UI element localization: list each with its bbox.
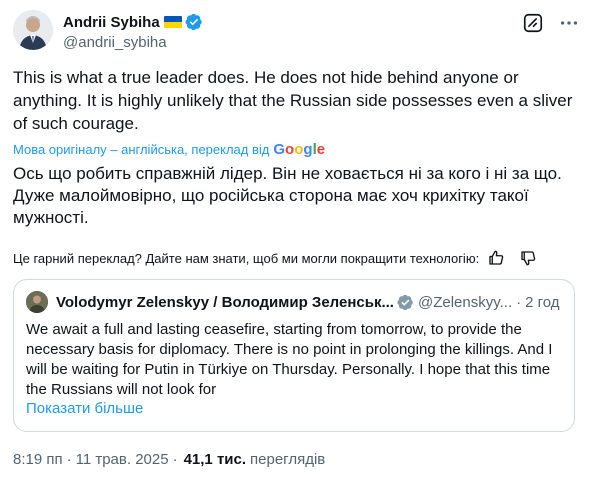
ukraine-flag-icon: [163, 16, 182, 28]
quoted-author-handle: @Zelenskyy...: [417, 293, 513, 311]
show-more-link[interactable]: Показати більше: [26, 400, 143, 417]
thumbs-down-icon[interactable]: [519, 249, 537, 267]
author-block: Andrii Sybiha @andrii_sybiha: [63, 12, 203, 51]
tweet-meta: 8:19 пп · 11 трав. 2025 · 41,1 тис. пере…: [13, 451, 325, 468]
separator-dot: ·: [172, 451, 178, 468]
tweet: Andrii Sybiha @andrii_sybiha This is wha…: [0, 0, 590, 482]
quoted-tweet[interactable]: Volodymyr Zelenskyy / Володимир Зеленськ…: [13, 279, 575, 432]
author-handle[interactable]: @andrii_sybiha: [63, 34, 203, 51]
translated-by-label: Мова оригіналу – англійська, переклад ві…: [13, 142, 270, 157]
verified-badge-icon[interactable]: [185, 13, 203, 31]
feedback-question: Це гарний переклад? Дайте нам знати, щоб…: [13, 250, 480, 266]
translation-feedback: Це гарний переклад? Дайте нам знати, щоб…: [13, 247, 573, 269]
tweet-header: Andrii Sybiha @andrii_sybiha: [13, 10, 580, 54]
translated-text: Ось що робить справжній лідер. Він не хо…: [13, 164, 562, 227]
separator-dot: ·: [66, 451, 72, 468]
quoted-tweet-text: We await a full and lasting ceasefire, s…: [26, 321, 553, 398]
avatar[interactable]: [13, 10, 53, 50]
tweet-date[interactable]: 11 трав. 2025: [76, 451, 169, 468]
verified-badge-icon: [397, 294, 413, 310]
quoted-author-name[interactable]: Volodymyr Zelenskyy / Володимир Зеленськ…: [56, 294, 394, 311]
thumbs-up-icon[interactable]: [487, 249, 505, 267]
views-count: 41,1 тис.: [183, 451, 247, 468]
google-logo: Google: [273, 141, 326, 158]
more-options-icon[interactable]: [558, 12, 580, 34]
separator-dot: ·: [516, 293, 522, 311]
author-name[interactable]: Andrii Sybiha: [63, 14, 160, 31]
quoted-tweet-header: Volodymyr Zelenskyy / Володимир Зеленськ…: [26, 291, 562, 313]
tweet-text: This is what a true leader does. He does…: [13, 68, 573, 133]
views-label: переглядів: [250, 451, 326, 468]
tweet-time[interactable]: 8:19 пп: [13, 451, 63, 468]
translated-by[interactable]: Мова оригіналу – англійська, переклад ві…: [13, 141, 325, 158]
quoted-avatar[interactable]: [26, 291, 48, 313]
quoted-timestamp[interactable]: 2 год: [525, 294, 559, 311]
grok-icon[interactable]: [522, 12, 544, 34]
